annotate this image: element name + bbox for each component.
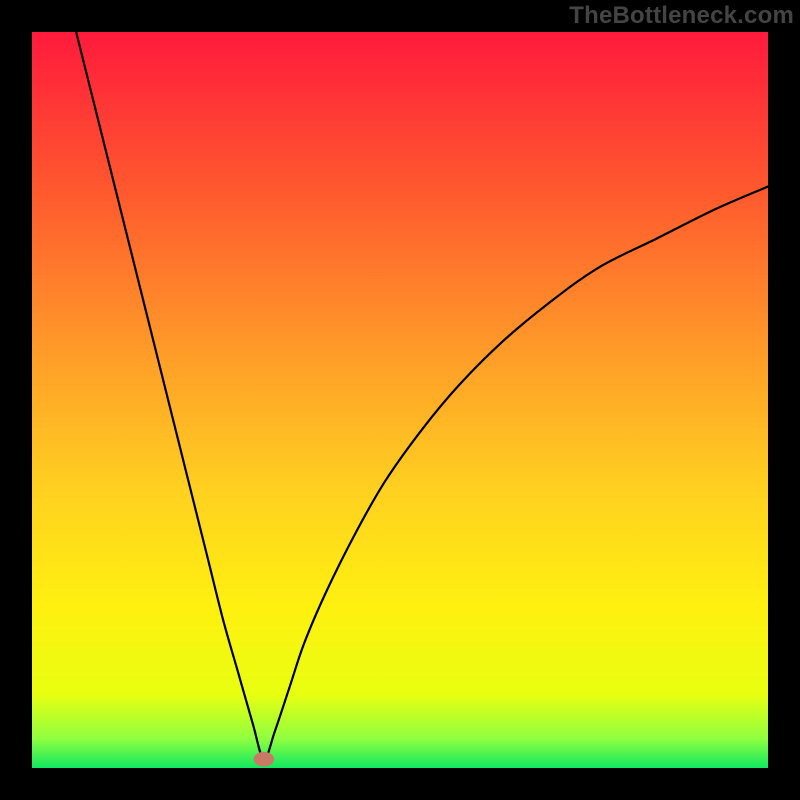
optimum-marker bbox=[254, 752, 275, 767]
watermark-text: TheBottleneck.com bbox=[569, 2, 794, 30]
chart-svg bbox=[32, 32, 768, 768]
chart-frame: TheBottleneck.com bbox=[0, 0, 800, 800]
gradient-background bbox=[32, 32, 768, 768]
plot-area bbox=[32, 32, 768, 768]
